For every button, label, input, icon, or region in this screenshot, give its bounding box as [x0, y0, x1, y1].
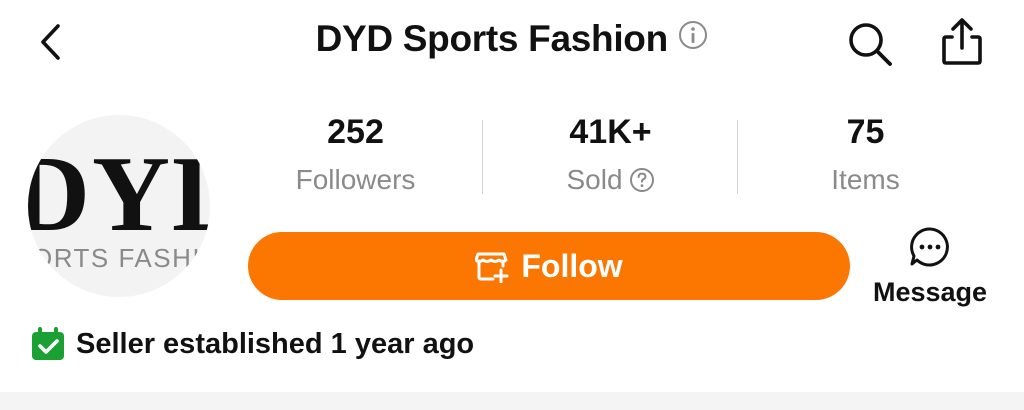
message-label: Message [872, 277, 988, 307]
help-icon[interactable] [629, 167, 655, 193]
stat-items[interactable]: 75 Items [738, 112, 993, 200]
followers-count: 252 [327, 113, 384, 151]
sold-count: 41K+ [569, 113, 652, 151]
message-button[interactable]: Message [862, 226, 998, 310]
follow-store-icon [475, 252, 509, 283]
follow-button[interactable]: Follow [248, 232, 850, 300]
items-count: 75 [846, 113, 885, 151]
items-label: Items [831, 164, 900, 195]
search-icon [849, 23, 892, 66]
store-stats: 252 Followers 41K+ Sold 75 Items [228, 112, 993, 202]
stat-followers[interactable]: 252 Followers [228, 112, 483, 200]
sold-label: Sold [566, 164, 623, 195]
share-button[interactable] [936, 16, 988, 68]
info-icon[interactable] [678, 20, 708, 55]
seller-established-text: Seller established 1 year ago [76, 327, 475, 360]
header-bar: DYD Sports Fashion [0, 0, 1024, 90]
chat-bubble-icon [910, 227, 949, 267]
logo-subtext: ORTS FASHI [32, 243, 202, 273]
store-title: DYD Sports Fashion [315, 18, 669, 59]
share-icon [942, 18, 982, 65]
seller-established-row: Seller established 1 year ago [30, 326, 474, 362]
logo-text: DYL [28, 135, 210, 254]
follow-label: Follow [521, 247, 623, 284]
calendar-check-icon [32, 327, 64, 360]
stat-sold[interactable]: 41K+ Sold [483, 112, 738, 200]
store-logo-avatar[interactable]: DYL ORTS FASHI [28, 115, 210, 297]
section-separator [0, 392, 1024, 410]
followers-label: Followers [295, 164, 416, 195]
search-button[interactable] [845, 20, 895, 68]
